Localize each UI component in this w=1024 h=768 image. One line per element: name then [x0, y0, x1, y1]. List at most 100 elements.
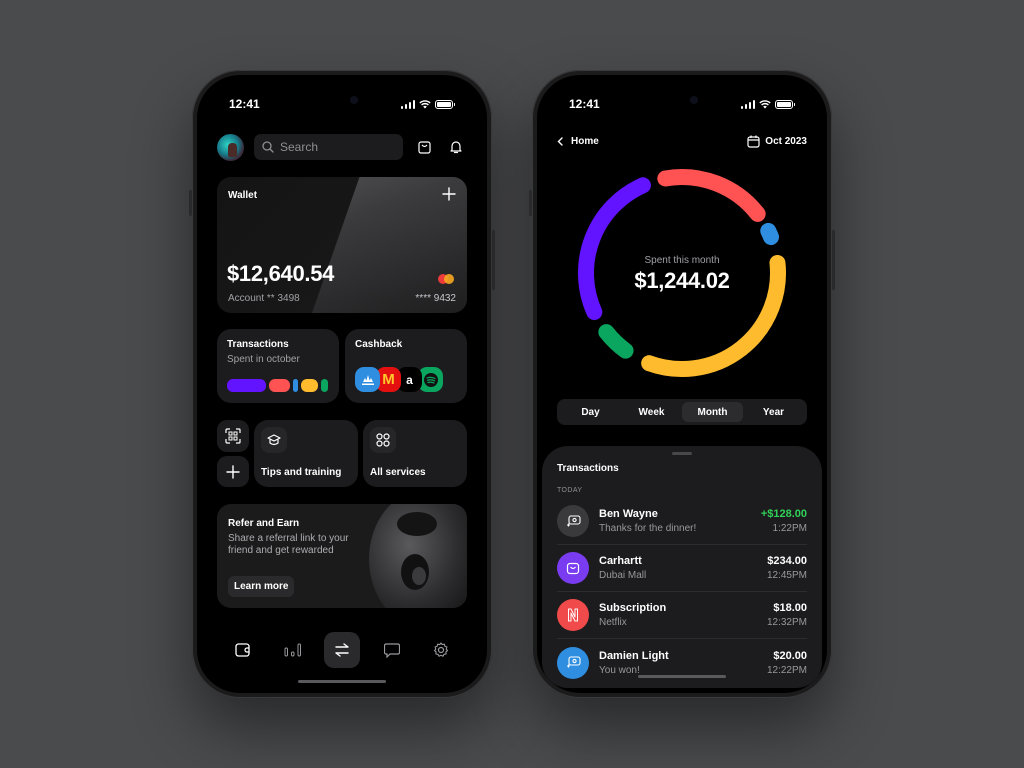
qr-scan-icon — [225, 428, 241, 444]
section-label-today: TODAY — [557, 487, 583, 494]
money-transfer-icon — [566, 514, 581, 526]
status-bar: 12:41 — [197, 95, 487, 113]
battery-icon — [435, 99, 455, 109]
gear-icon — [433, 642, 449, 657]
phone-side-button — [832, 230, 835, 290]
transaction-row[interactable]: Ben Wayne Thanks for the dinner! +$128.0… — [557, 498, 807, 545]
transaction-row[interactable]: Subscription Netflix $18.00 12:32PM — [557, 592, 807, 639]
transactions-tile-title: Transactions — [227, 339, 289, 350]
period-label: Oct 2023 — [765, 135, 807, 147]
transaction-avatar — [557, 599, 589, 631]
transaction-amount: $234.00 — [767, 555, 807, 567]
segment-day[interactable]: Day — [560, 402, 621, 422]
graduation-cap-icon — [267, 433, 281, 445]
transactions-tile-subtitle: Spent in october — [227, 354, 300, 365]
tab-analytics[interactable] — [275, 632, 311, 668]
phone-home: 12:41 Search Wallet $12,640.54 Account *… — [189, 70, 495, 698]
wallet-card[interactable]: Wallet $12,640.54 Account ** 3498 **** 9… — [217, 177, 467, 313]
cashback-tile[interactable]: Cashback M a — [345, 329, 467, 403]
battery-icon — [775, 99, 795, 109]
transaction-note: You won! — [599, 664, 640, 676]
transaction-avatar — [557, 552, 589, 584]
tab-settings[interactable] — [423, 632, 459, 668]
calendar-icon — [747, 135, 760, 148]
back-button[interactable]: Home — [557, 136, 599, 147]
tab-bar — [217, 631, 467, 669]
wallet-icon — [235, 643, 250, 657]
spending-bar-green — [321, 379, 328, 392]
sheet-grabber[interactable] — [672, 452, 692, 455]
home-header: Search — [217, 133, 467, 161]
add-button[interactable] — [217, 456, 249, 487]
notifications-button[interactable] — [445, 136, 467, 158]
wifi-icon — [419, 99, 431, 108]
segment-month[interactable]: Month — [682, 402, 743, 422]
transaction-note: Dubai Mall — [599, 570, 647, 581]
transaction-time: 1:22PM — [772, 523, 807, 534]
tab-wallet[interactable] — [225, 632, 261, 668]
transaction-row[interactable]: Damien Light You won! $20.00 12:22PM — [557, 639, 807, 686]
wallet-balance: $12,640.54 — [227, 261, 335, 286]
transaction-amount: $18.00 — [773, 602, 807, 614]
shopping-bag-icon — [417, 141, 431, 154]
search-input[interactable]: Search — [254, 134, 403, 160]
refer-and-earn-banner: Refer and Earn Share a referral link to … — [217, 504, 467, 608]
segment-year[interactable]: Year — [743, 402, 804, 422]
search-placeholder: Search — [280, 140, 319, 154]
segment-week[interactable]: Week — [621, 402, 682, 422]
spending-bar-yellow — [301, 379, 318, 392]
transaction-time: 12:22PM — [766, 664, 807, 676]
donut-center: Spent this month $1,244.02 — [537, 255, 827, 294]
status-bar: 12:41 — [537, 95, 827, 113]
phone-analytics: 12:41 Home Oct 2023 Spent this month $1,… — [529, 70, 835, 698]
transfer-arrows-icon — [335, 643, 349, 657]
spending-bar-red — [269, 379, 290, 392]
all-services-title: All services — [370, 467, 426, 478]
spending-bar-blue — [293, 379, 298, 392]
shopping-bag-icon — [566, 562, 580, 574]
analytics-screen: 12:41 Home Oct 2023 Spent this month $1,… — [537, 75, 827, 693]
wifi-icon — [759, 99, 771, 108]
transaction-time: 12:45PM — [766, 570, 807, 581]
bell-icon — [450, 141, 462, 154]
transaction-name: Damien Light — [599, 649, 669, 662]
transaction-row[interactable]: Carhartt Dubai Mall $234.00 12:45PM — [557, 545, 807, 592]
spent-label: Spent this month — [644, 255, 720, 266]
transaction-name: Carhartt — [599, 555, 642, 567]
transaction-avatar — [557, 505, 589, 537]
all-services-tile[interactable]: All services — [363, 420, 467, 487]
scan-qr-button[interactable] — [217, 420, 249, 452]
wallet-label: Wallet — [228, 190, 258, 201]
home-indicator — [298, 680, 386, 683]
chat-bubble-icon — [383, 642, 400, 658]
spent-value: $1,244.02 — [634, 268, 730, 293]
transaction-amount: $20.00 — [773, 649, 807, 662]
transaction-note: Netflix — [599, 617, 627, 628]
grid-icon — [376, 433, 390, 447]
transactions-sheet: Transactions TODAY Ben Wayne Thanks for … — [542, 446, 822, 688]
transaction-time: 12:32PM — [766, 617, 807, 628]
spending-bar-purple — [227, 379, 266, 392]
donut-segment-red — [657, 169, 766, 222]
transaction-avatar — [557, 646, 589, 679]
transaction-note: Thanks for the dinner! — [599, 523, 697, 534]
home-indicator — [638, 675, 726, 678]
analytics-nav: Home Oct 2023 — [557, 133, 807, 149]
transactions-title: Transactions — [557, 463, 619, 474]
tab-messages[interactable] — [374, 632, 410, 668]
avatar[interactable] — [217, 133, 244, 161]
phone-side-button — [529, 190, 532, 216]
add-card-icon[interactable] — [441, 186, 457, 202]
tips-and-training-tile[interactable]: Tips and training — [254, 420, 358, 487]
tab-transfer[interactable] — [324, 632, 360, 668]
plus-icon — [226, 464, 240, 479]
transactions-tile[interactable]: Transactions Spent in october — [217, 329, 339, 403]
refer-description: Share a referral link to your friend and… — [228, 533, 349, 556]
donut-segment-green — [598, 324, 634, 359]
period-segmented-control: Day Week Month Year — [557, 399, 807, 425]
transactions-list: Ben Wayne Thanks for the dinner! +$128.0… — [557, 498, 807, 686]
refer-artwork — [369, 504, 467, 608]
learn-more-button[interactable]: Learn more — [228, 576, 295, 597]
shopping-bag-button[interactable] — [413, 136, 435, 158]
period-picker[interactable]: Oct 2023 — [747, 135, 807, 148]
